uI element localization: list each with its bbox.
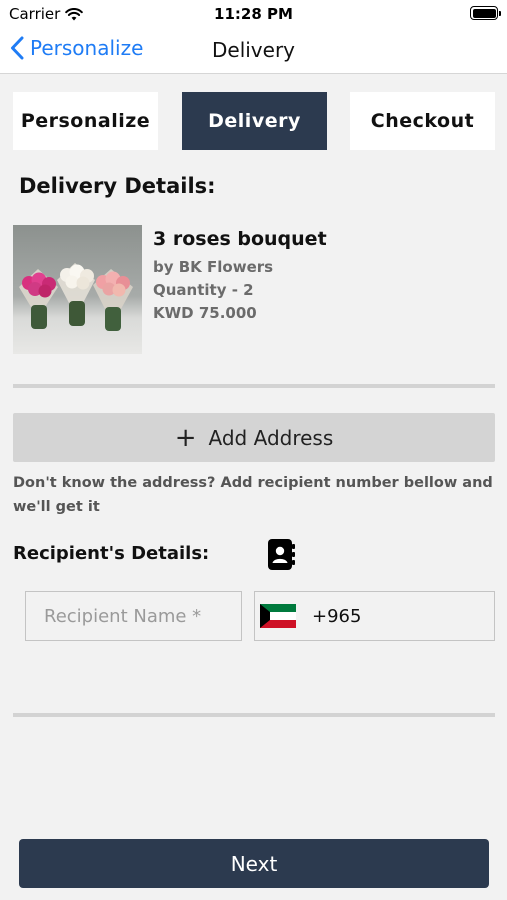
kuwait-flag-icon — [260, 604, 296, 628]
product-name: 3 roses bouquet — [153, 228, 327, 250]
contacts-book-icon[interactable] — [266, 538, 295, 571]
next-button-label: Next — [230, 851, 278, 876]
recipient-details-title: Recipient's Details: — [13, 543, 210, 564]
product-quantity: Quantity - 2 — [153, 281, 254, 299]
product-vendor: by BK Flowers — [153, 258, 274, 276]
battery-icon — [470, 6, 501, 20]
recipient-phone-field[interactable]: +965 — [254, 591, 495, 641]
plus-icon: + — [174, 422, 197, 453]
tab-personalize[interactable]: Personalize — [13, 92, 158, 150]
recipient-name-input[interactable] — [25, 591, 242, 641]
chevron-left-icon — [11, 36, 24, 60]
tab-delivery-label: Delivery — [208, 110, 301, 132]
phone-country-code: +965 — [312, 605, 362, 627]
add-address-label: Add Address — [208, 425, 334, 450]
tab-checkout-label: Checkout — [370, 110, 475, 132]
add-address-button[interactable]: + Add Address — [13, 413, 495, 462]
tab-checkout[interactable]: Checkout — [350, 92, 495, 150]
back-button[interactable]: Personalize — [10, 36, 143, 60]
tab-personalize-label: Personalize — [20, 110, 151, 132]
delivery-details-title: Delivery Details: — [19, 174, 216, 198]
tab-delivery[interactable]: Delivery — [182, 92, 327, 150]
status-bar: Carrier 11:28 PM — [0, 0, 507, 28]
step-tabs: Personalize Delivery Checkout — [13, 92, 495, 150]
product-price: KWD 75.000 — [153, 304, 257, 322]
navigation-bar: Personalize Delivery — [0, 28, 507, 74]
address-hint: Don't know the address? Add recipient nu… — [13, 475, 493, 515]
product-image — [13, 225, 142, 354]
product-info: 3 roses bouquet by BK Flowers Quantity -… — [153, 228, 327, 325]
divider — [13, 713, 495, 717]
divider — [13, 384, 495, 388]
back-button-label: Personalize — [30, 36, 144, 60]
status-time: 11:28 PM — [214, 5, 293, 23]
bouquet-illustration — [19, 263, 133, 331]
next-button[interactable]: Next — [19, 839, 489, 888]
